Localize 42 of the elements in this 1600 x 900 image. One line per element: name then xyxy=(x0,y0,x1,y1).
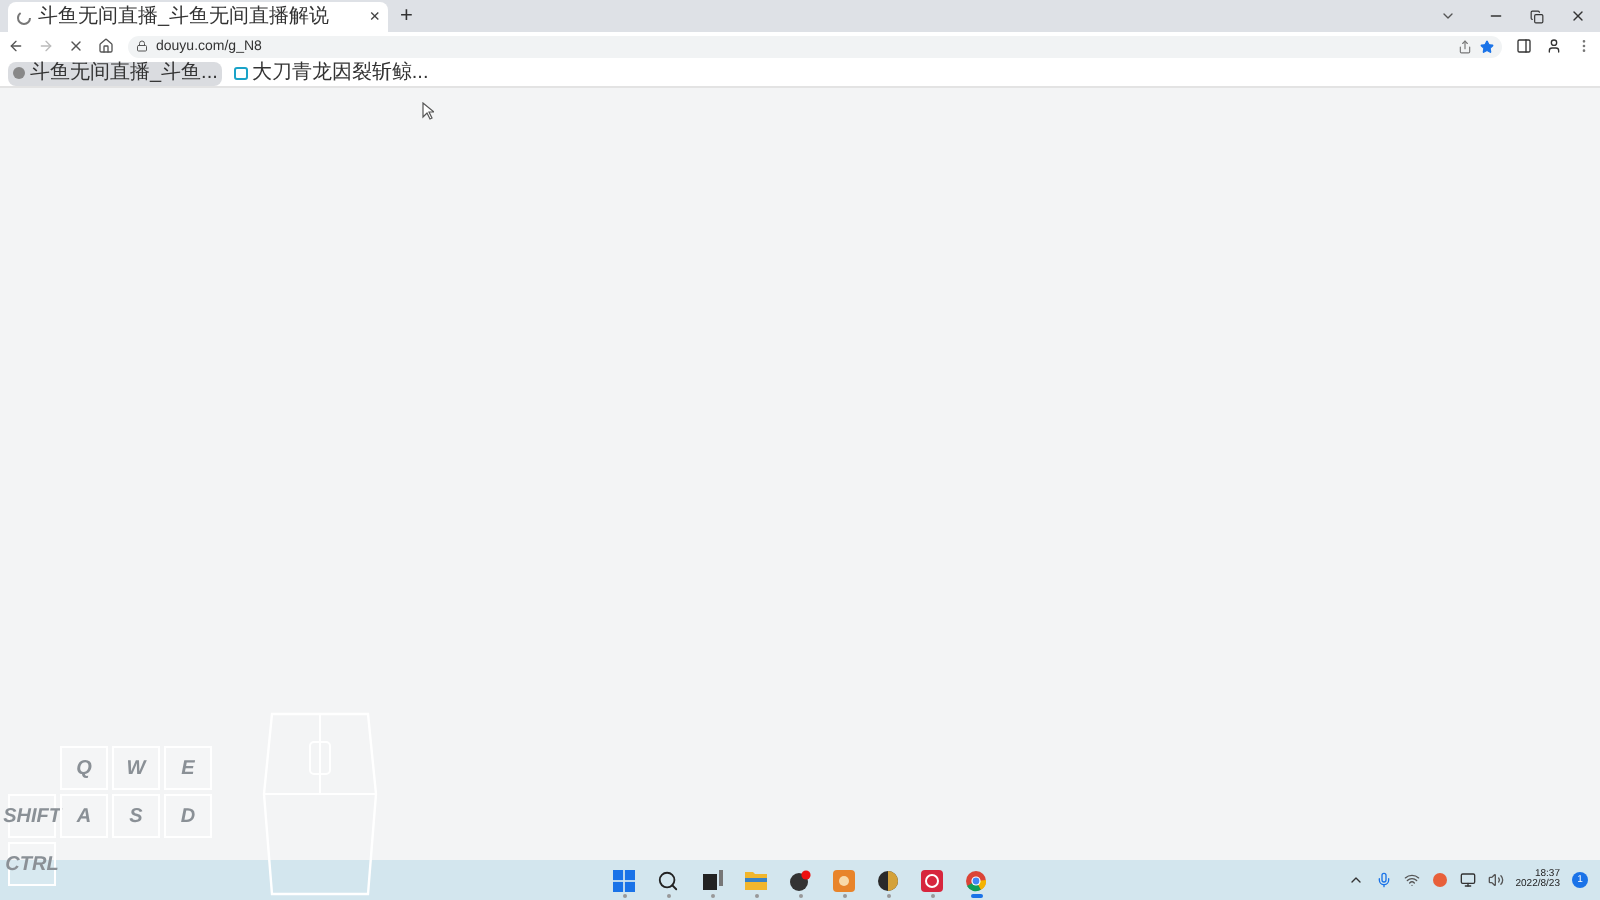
network-icon[interactable] xyxy=(1403,872,1420,888)
site-icon xyxy=(12,66,26,80)
microphone-icon[interactable] xyxy=(1375,872,1392,888)
display-icon[interactable] xyxy=(1459,872,1476,888)
app-icon[interactable] xyxy=(789,869,811,891)
close-icon xyxy=(1570,8,1586,24)
app-icon[interactable] xyxy=(921,869,943,891)
tray-app-icon[interactable] xyxy=(1431,872,1448,888)
browser-icon[interactable] xyxy=(965,869,987,891)
tray-expand-icon[interactable] xyxy=(1347,872,1364,888)
key-label: A xyxy=(60,794,108,838)
key-label: D xyxy=(164,794,212,838)
loading-icon xyxy=(16,9,32,25)
bookmark-star-icon[interactable] xyxy=(1480,39,1494,53)
stop-loading-icon[interactable] xyxy=(68,38,84,54)
volume-icon[interactable] xyxy=(1487,872,1504,888)
browser-tab[interactable]: 斗鱼无间直播_斗鱼无间直播解说 × xyxy=(8,2,388,32)
tab-close-button[interactable]: × xyxy=(369,8,380,26)
side-panel-icon[interactable] xyxy=(1516,38,1532,54)
restore-icon xyxy=(1529,9,1543,23)
profile-icon[interactable] xyxy=(1546,38,1562,54)
chevron-down-icon xyxy=(1440,8,1456,24)
windows-logo-icon[interactable] xyxy=(613,869,635,891)
tab-title: 斗鱼无间直播_斗鱼无间直播解说 xyxy=(38,7,330,27)
new-tab-button[interactable]: + xyxy=(400,6,413,28)
key-label: CTRL xyxy=(8,842,56,886)
mouse-pointer-icon xyxy=(422,102,434,120)
back-icon[interactable] xyxy=(8,38,24,54)
key-label: E xyxy=(164,746,212,790)
calendar-icon xyxy=(233,66,248,80)
app-icon[interactable] xyxy=(877,869,899,891)
bookmark-item[interactable]: 大刀青龙因裂斩鲸... xyxy=(229,61,433,85)
key-label: W xyxy=(112,746,160,790)
search-icon[interactable] xyxy=(657,869,679,891)
key-label: Q xyxy=(60,746,108,790)
task-view-icon[interactable] xyxy=(702,870,722,890)
lock-icon xyxy=(136,40,148,52)
home-icon[interactable] xyxy=(98,38,114,54)
folder-icon[interactable] xyxy=(745,870,767,890)
key-label: S xyxy=(112,794,160,838)
bookmark-item[interactable]: 斗鱼无间直播_斗鱼... xyxy=(8,61,222,85)
share-icon[interactable] xyxy=(1458,39,1472,53)
